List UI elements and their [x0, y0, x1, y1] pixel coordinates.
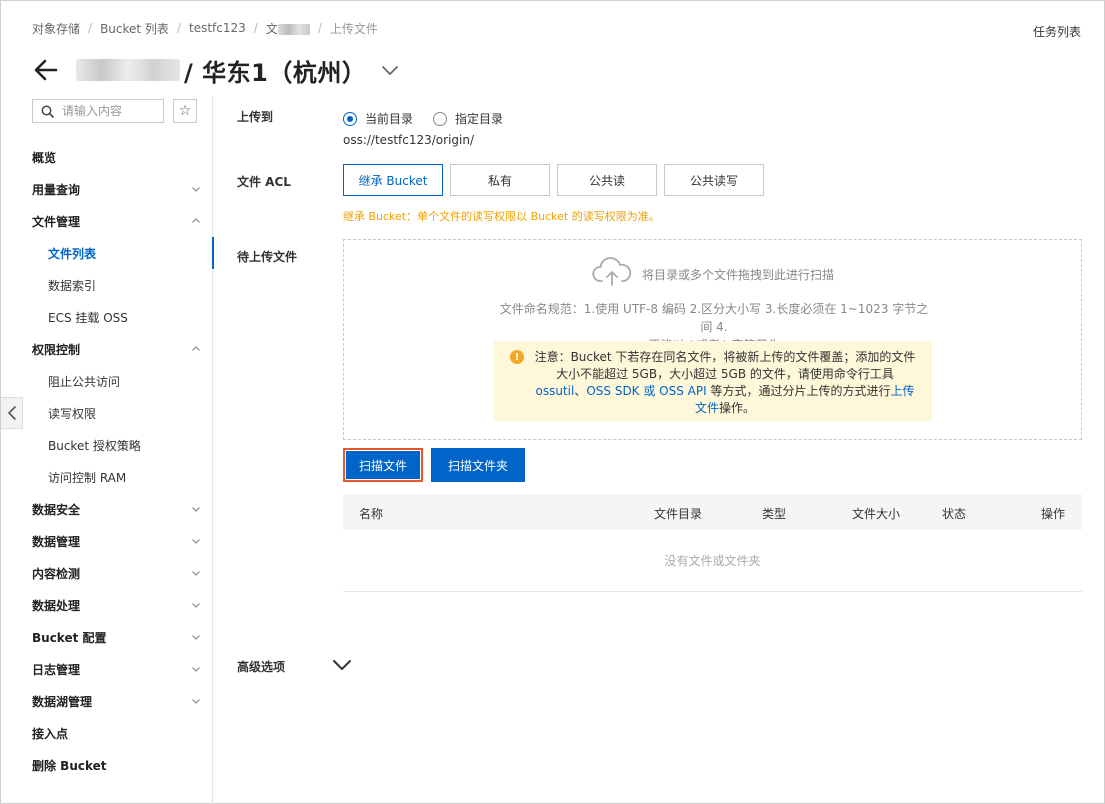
breadcrumb-separator: / [176, 21, 181, 35]
radio-checked-icon [343, 111, 357, 126]
favorite-button[interactable]: ☆ [173, 99, 197, 123]
sidebar: ☆ 概览 用量查询 文件管理 文件列表 数据索引 ECS 挂载 OSS 权限控制… [1, 96, 214, 804]
sidebar-item-delete-bucket[interactable]: 删除 Bucket [1, 749, 213, 781]
scan-folder-button[interactable]: 扫描文件夹 [431, 448, 525, 482]
chevron-down-icon[interactable] [331, 657, 353, 673]
sidebar-item-access-control[interactable]: 权限控制 [1, 333, 213, 365]
back-arrow-icon[interactable] [32, 56, 60, 84]
chevron-down-icon [192, 699, 200, 704]
sidebar-item-rw-permission[interactable]: 读写权限 [1, 397, 213, 429]
sidebar-item-ram[interactable]: 访问控制 RAM [1, 461, 213, 493]
acl-hint: 继承 Bucket：单个文件的读写权限以 Bucket 的读写权限为准。 [343, 210, 660, 223]
breadcrumb-files[interactable]: 文 [266, 20, 310, 37]
breadcrumb-separator: / [253, 21, 258, 35]
chevron-down-icon [192, 667, 200, 672]
overwrite-notice: ! 注意：Bucket 下若存在同名文件，将被新上传的文件覆盖；添加的文件大小不… [494, 341, 932, 421]
ossutil-link[interactable]: ossutil [535, 384, 574, 398]
page-header: / 华东1（杭州） [32, 53, 400, 87]
sidebar-item-data-index[interactable]: 数据索引 [1, 269, 213, 301]
upload-path: oss://testfc123/origin/ [343, 133, 474, 147]
chevron-up-icon [192, 218, 200, 223]
chevron-down-icon [192, 539, 200, 544]
chevron-down-icon [192, 187, 200, 192]
warning-icon: ! [510, 350, 524, 364]
sidebar-item-data-security[interactable]: 数据安全 [1, 493, 213, 525]
table-empty-state: 没有文件或文件夹 [343, 530, 1082, 592]
sidebar-item-usage[interactable]: 用量查询 [1, 173, 213, 205]
sidebar-item-bucket-config[interactable]: Bucket 配置 [1, 621, 213, 653]
column-name: 名称 [359, 507, 384, 521]
file-dropzone[interactable]: 将目录或多个文件拖拽到此进行扫描 文件命名规范：1.使用 UTF-8 编码 2.… [343, 239, 1082, 440]
window-frame: 对象存储 / Bucket 列表 / testfc123 / 文 / 上传文件 … [0, 0, 1105, 804]
chevron-up-icon [192, 346, 200, 351]
scan-files-button[interactable]: 扫描文件 [343, 448, 423, 482]
redacted-bucket-name [76, 59, 180, 81]
acl-private[interactable]: 私有 [450, 164, 550, 196]
chevron-down-icon [192, 571, 200, 576]
sidebar-item-data-management[interactable]: 数据管理 [1, 525, 213, 557]
chevron-down-icon [192, 507, 200, 512]
sidebar-item-overview[interactable]: 概览 [1, 141, 213, 173]
sidebar-item-data-processing[interactable]: 数据处理 [1, 589, 213, 621]
acl-public-read[interactable]: 公共读 [557, 164, 657, 196]
radio-unchecked-icon [433, 111, 448, 126]
cloud-upload-icon [592, 257, 632, 286]
chevron-down-icon[interactable] [380, 60, 400, 80]
redacted-text [277, 23, 310, 35]
upload-target-radio-group: 当前目录 指定目录 [343, 110, 523, 127]
sidebar-item-ecs-mount[interactable]: ECS 挂载 OSS [1, 301, 213, 333]
acl-public-read-write[interactable]: 公共读写 [664, 164, 764, 196]
task-list-link[interactable]: 任务列表 [1033, 23, 1081, 40]
sidebar-item-log-management[interactable]: 日志管理 [1, 653, 213, 685]
star-icon: ☆ [178, 103, 192, 119]
sidebar-item-data-lake[interactable]: 数据湖管理 [1, 685, 213, 717]
acl-button-group: 继承 Bucket 私有 公共读 公共读写 [343, 164, 771, 196]
column-actions: 操作 [1041, 507, 1066, 521]
sidebar-item-bucket-policy[interactable]: Bucket 授权策略 [1, 429, 213, 461]
upload-file-table: 名称 文件目录 类型 文件大小 状态 操作 没有文件或文件夹 [343, 494, 1082, 592]
radio-specified-directory[interactable]: 指定目录 [433, 110, 503, 127]
radio-current-directory[interactable]: 当前目录 [343, 110, 413, 127]
sidebar-search [32, 99, 164, 123]
chevron-down-icon [192, 635, 200, 640]
pending-files-label: 待上传文件 [237, 250, 298, 264]
search-icon [41, 105, 54, 118]
column-type: 类型 [762, 507, 787, 521]
oss-sdk-api-link[interactable]: OSS SDK 或 OSS API [586, 384, 706, 398]
column-status: 状态 [942, 507, 967, 521]
sidebar-item-access-point[interactable]: 接入点 [1, 717, 213, 749]
column-size: 文件大小 [852, 507, 901, 521]
breadcrumb-current: 上传文件 [329, 21, 378, 36]
breadcrumb: 对象存储 / Bucket 列表 / testfc123 / 文 / 上传文件 [32, 19, 378, 37]
breadcrumb-oss[interactable]: 对象存储 [32, 20, 80, 37]
scan-button-row: 扫描文件 扫描文件夹 [343, 448, 525, 482]
sidebar-nav: 概览 用量查询 文件管理 文件列表 数据索引 ECS 挂载 OSS 权限控制 阻… [1, 141, 214, 781]
dropzone-instruction: 将目录或多个文件拖拽到此进行扫描 [642, 268, 835, 282]
breadcrumb-bucket[interactable]: testfc123 [189, 21, 246, 35]
advanced-options-label: 高级选项 [237, 660, 286, 674]
acl-inherit-bucket[interactable]: 继承 Bucket [343, 164, 443, 196]
chevron-left-icon [7, 406, 16, 420]
page-title: / 华东1（杭州） [184, 58, 367, 87]
upload-to-label: 上传到 [237, 110, 274, 124]
sidebar-item-file-management[interactable]: 文件管理 [1, 205, 213, 237]
column-directory: 文件目录 [654, 507, 703, 521]
notice-text: 注意：Bucket 下若存在同名文件，将被新上传的文件覆盖；添加的文件大小不能超… [534, 350, 916, 415]
sidebar-collapse-button[interactable] [1, 397, 23, 429]
sidebar-item-content-moderation[interactable]: 内容检测 [1, 557, 213, 589]
breadcrumb-bucket-list[interactable]: Bucket 列表 [100, 20, 169, 37]
breadcrumb-separator: / [317, 21, 322, 35]
sidebar-item-block-public-access[interactable]: 阻止公共访问 [1, 365, 213, 397]
acl-label: 文件 ACL [237, 175, 291, 189]
breadcrumb-separator: / [88, 21, 93, 35]
chevron-down-icon [192, 603, 200, 608]
search-input[interactable] [62, 104, 157, 118]
sidebar-item-file-list[interactable]: 文件列表 [1, 237, 214, 269]
table-header: 名称 文件目录 类型 文件大小 状态 操作 [343, 494, 1082, 530]
